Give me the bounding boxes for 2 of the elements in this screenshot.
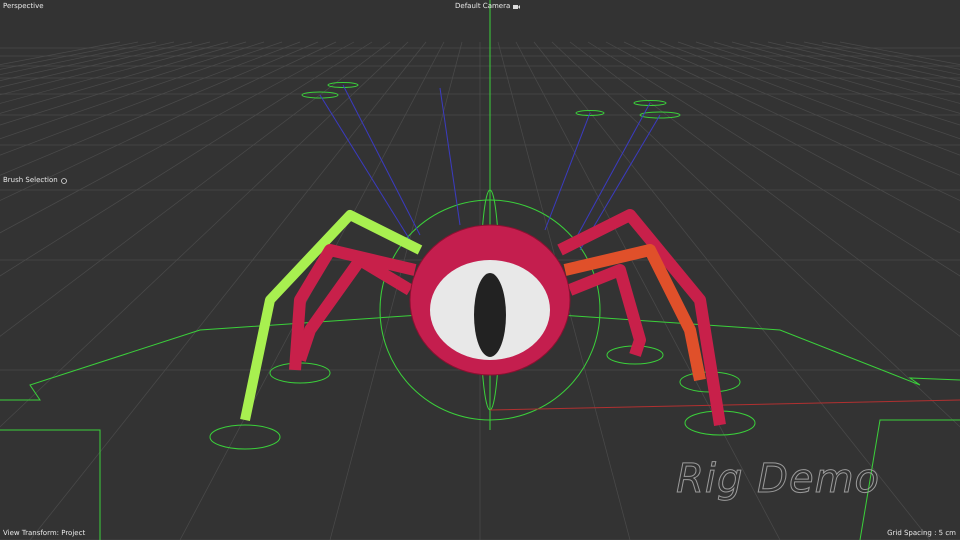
camera-icon[interactable] — [513, 4, 520, 10]
dropdown-icon[interactable] — [60, 178, 67, 184]
